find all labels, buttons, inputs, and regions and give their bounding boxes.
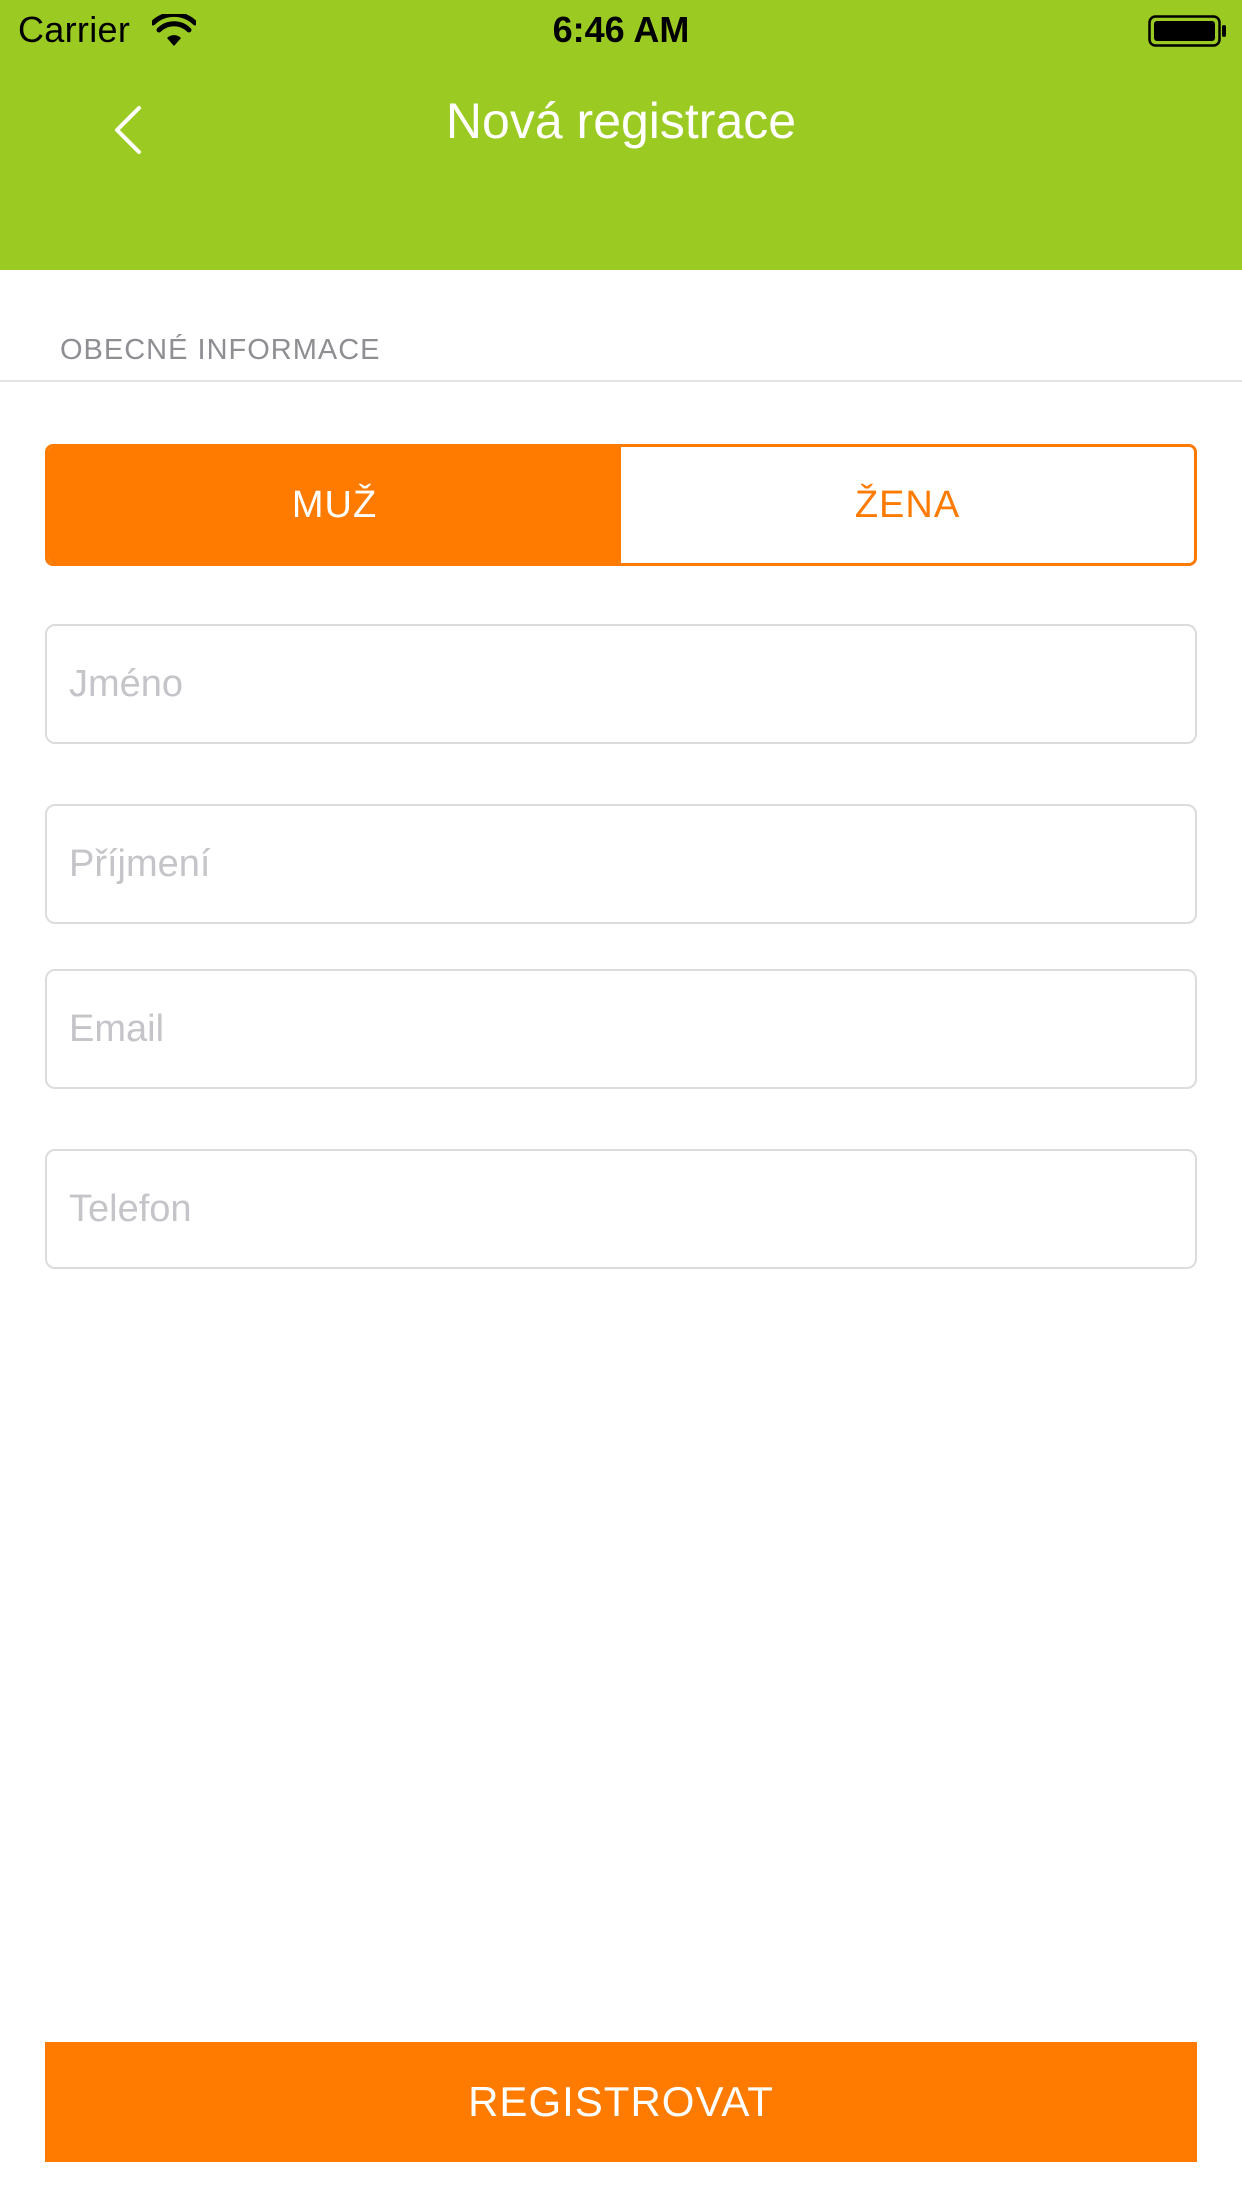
phone-input[interactable]	[47, 1151, 1195, 1267]
status-bar: Carrier 6:46 AM	[0, 0, 1242, 62]
page-title: Nová registrace	[445, 93, 797, 149]
first-name-field	[45, 624, 1197, 744]
email-field	[45, 969, 1197, 1089]
registration-screen: Carrier 6:46 AM Nová registrace OBECNÉ I…	[0, 0, 1242, 2208]
battery-icon	[1148, 15, 1226, 47]
register-button[interactable]: REGISTROVAT	[45, 2042, 1197, 2162]
phone-field	[45, 1149, 1197, 1269]
email-input[interactable]	[47, 971, 1195, 1087]
gender-option-female[interactable]: ŽENA	[621, 447, 1194, 563]
status-time: 6:46 AM	[552, 9, 690, 50]
first-name-input[interactable]	[47, 626, 1195, 742]
section-header: OBECNÉ INFORMACE	[0, 270, 1242, 382]
gender-option-male[interactable]: MUŽ	[48, 447, 621, 563]
last-name-field	[45, 804, 1197, 924]
header: Carrier 6:46 AM Nová registrace	[0, 0, 1242, 270]
section-title: OBECNÉ INFORMACE	[60, 334, 381, 366]
gender-segmented-control: MUŽ ŽENA	[45, 444, 1197, 566]
last-name-input[interactable]	[47, 806, 1195, 922]
